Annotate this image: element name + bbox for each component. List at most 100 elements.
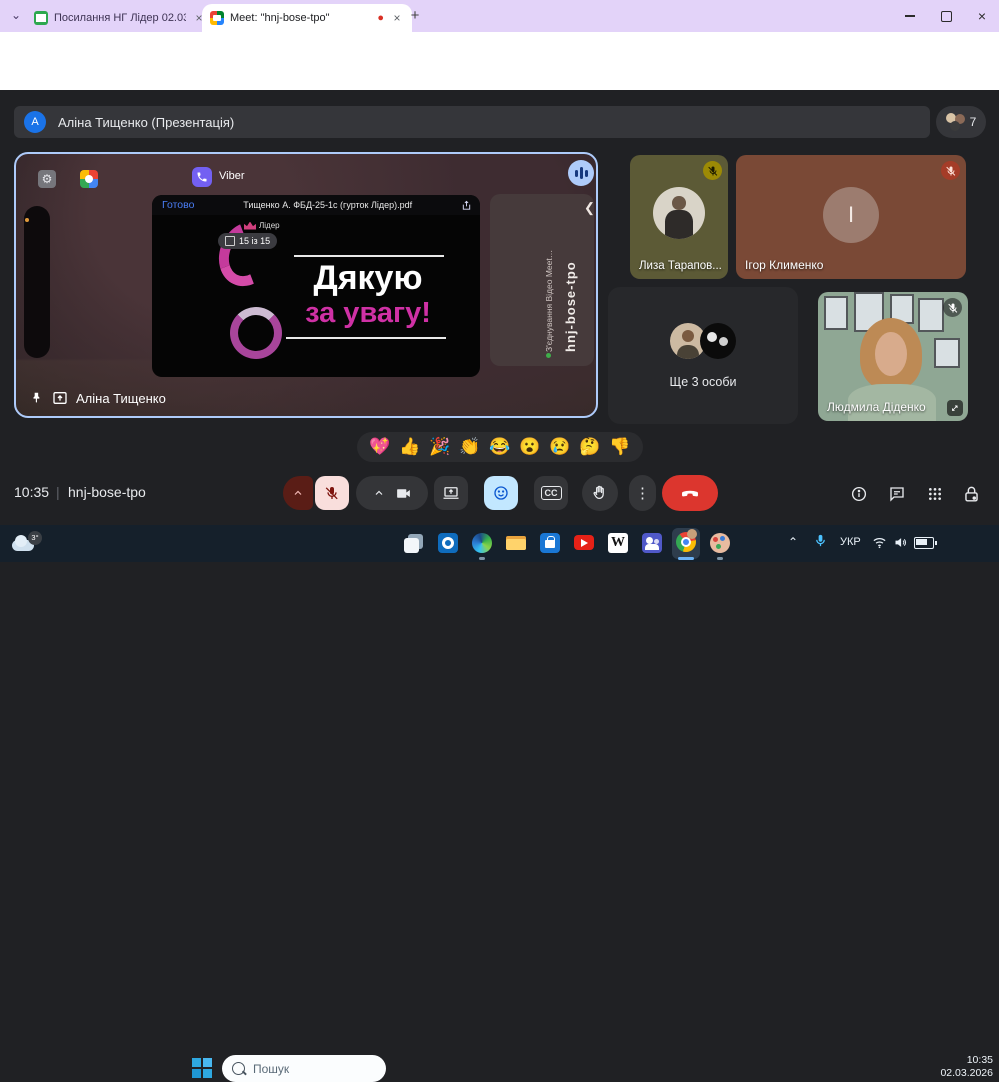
running-indicator — [479, 557, 485, 560]
outlook-icon[interactable] — [438, 533, 458, 553]
window-minimize-button[interactable] — [893, 0, 927, 32]
collapse-panel-icon[interactable]: ❮ — [584, 200, 595, 216]
clock-time: 10:35 — [940, 1054, 993, 1067]
youtube-icon[interactable] — [574, 535, 594, 550]
more-options-button[interactable]: ⋮ — [629, 475, 656, 511]
start-button[interactable] — [192, 1058, 212, 1078]
online-dot-icon — [546, 353, 551, 358]
chat-icon[interactable] — [887, 484, 907, 504]
participant-tile[interactable]: І Ігор Клименко — [736, 155, 966, 279]
reaction-thumbs-up[interactable]: 👍 — [399, 432, 420, 462]
reaction-joy[interactable]: 😂 — [489, 432, 510, 462]
slide-subtitle: за увагу! — [262, 297, 474, 330]
reaction-surprised[interactable]: 😮 — [519, 432, 540, 462]
presenting-icon — [52, 390, 68, 406]
participants-count-pill[interactable]: 7 — [936, 106, 986, 138]
camera-toggle-icon[interactable] — [395, 485, 412, 502]
tab-close-icon[interactable]: × — [390, 11, 404, 25]
audio-level-icon — [568, 160, 594, 186]
weather-temp: 3° — [28, 531, 42, 545]
windows-taskbar: 3° Пошук W — [0, 525, 999, 562]
settings-app-icon: ⚙ — [38, 170, 56, 188]
mic-options-chevron[interactable] — [283, 476, 313, 510]
presenter-avatar: A — [24, 111, 46, 133]
pin-icon — [30, 391, 44, 405]
participant-mini-avatar — [700, 323, 736, 359]
tab-title: Посилання НГ Лідер 02.03.202 — [54, 12, 186, 24]
language-indicator[interactable]: УКР — [840, 536, 861, 548]
present-button[interactable] — [434, 476, 468, 510]
reactions-button[interactable] — [484, 476, 518, 510]
reaction-clap[interactable]: 👏 — [459, 432, 480, 462]
participant-tile[interactable]: Лиза Тарапов... — [630, 155, 728, 279]
reaction-thinking[interactable]: 🤔 — [579, 432, 600, 462]
raise-hand-button[interactable] — [582, 475, 618, 511]
reaction-heart[interactable]: 💖 — [369, 432, 390, 462]
camera-options-chevron[interactable] — [373, 487, 385, 499]
pdf-done-button[interactable]: Готово — [162, 199, 194, 211]
mic-muted-icon — [943, 298, 962, 317]
slide-divider-top — [294, 255, 444, 257]
meeting-details-icon[interactable] — [849, 484, 869, 504]
wifi-icon[interactable] — [872, 535, 887, 550]
meeting-time: 10:35 — [14, 484, 49, 500]
participant-video-tile[interactable]: Людмила Діденко — [818, 292, 968, 421]
tray-expand-icon[interactable]: ⌃ — [788, 535, 798, 549]
teams-icon[interactable] — [642, 533, 662, 553]
meet-favicon — [210, 11, 224, 25]
reaction-tada[interactable]: 🎉 — [429, 432, 450, 462]
phone-button-dot — [25, 218, 29, 222]
meet-card-status: З'єднування Відео Meet… — [544, 212, 554, 352]
tab-search-button[interactable]: ⌄ — [6, 7, 26, 26]
file-explorer-icon[interactable] — [506, 533, 526, 553]
new-tab-button[interactable]: + — [406, 7, 424, 25]
meet-app: A Аліна Тищенко (Презентація) 7 ⚙ Viber … — [0, 90, 999, 525]
google-app-icon — [80, 170, 98, 188]
tray-clock[interactable]: 10:35 02.03.2026 — [940, 1054, 993, 1080]
taskbar-search[interactable]: Пошук — [222, 1055, 386, 1082]
reaction-cry[interactable]: 😢 — [549, 432, 570, 462]
battery-icon[interactable] — [914, 537, 934, 549]
pdf-header: Готово Тищенко А. ФБД-25-1с (гурток Ліде… — [152, 195, 480, 215]
window-maximize-button[interactable] — [929, 0, 963, 32]
wikipedia-icon[interactable]: W — [608, 533, 628, 553]
camera-group[interactable] — [356, 476, 428, 510]
phone-silhouette — [24, 206, 50, 358]
participant-name: Ігор Клименко — [745, 258, 823, 272]
tray-mic-icon[interactable] — [813, 533, 828, 548]
pdf-filename: Тищенко А. ФБД-25-1с (гурток Лідер).pdf — [243, 200, 412, 210]
slide-art-ring — [230, 307, 282, 359]
tab-mail[interactable]: Посилання НГ Лідер 02.03.202 × — [26, 4, 214, 32]
chrome-taskbar-button[interactable] — [672, 528, 700, 559]
presenter-banner-title: Аліна Тищенко (Презентація) — [58, 115, 234, 130]
paint-icon[interactable] — [710, 533, 730, 553]
weather-widget[interactable]: 3° — [12, 531, 46, 557]
mail-favicon — [34, 11, 48, 25]
share-icon[interactable] — [461, 200, 472, 211]
end-call-button[interactable] — [662, 475, 718, 511]
mic-muted-icon — [703, 161, 722, 180]
tab-meet[interactable]: Meet: "hnj-bose-tpo" ● × — [202, 4, 412, 32]
browser-toolbar: meet.google.com/hnj-bose-tpo ☆ ⋮ — [0, 32, 999, 64]
window-close-button[interactable]: × — [965, 0, 999, 32]
captions-button[interactable]: CC — [534, 476, 568, 510]
activities-grid-icon[interactable] — [925, 484, 945, 504]
edge-icon[interactable] — [472, 533, 492, 553]
participants-avatars-icon — [946, 113, 966, 131]
bookmarks-bar: Вхідні • olga_018@... — [0, 64, 999, 91]
ms-store-icon[interactable] — [540, 533, 560, 553]
mic-toggle-button[interactable] — [315, 476, 349, 510]
reactions-bar: 💖 👍 🎉 👏 😂 😮 😢 🤔 👎 — [357, 432, 643, 462]
slide-divider-bottom — [286, 337, 446, 339]
presentation-tile[interactable]: ⚙ Viber Готово Тищенко А. ФБД-25-1с (гур… — [14, 152, 598, 418]
task-view-icon[interactable] — [404, 533, 424, 553]
viber-app-icon — [192, 167, 212, 187]
running-indicator — [717, 557, 723, 560]
reaction-thumbs-down[interactable]: 👎 — [609, 432, 630, 462]
host-controls-lock-icon[interactable] — [961, 483, 981, 505]
expand-tile-icon[interactable] — [947, 400, 963, 416]
clock-date: 02.03.2026 — [940, 1067, 993, 1080]
more-participants-tile[interactable]: Ще 3 особи — [608, 287, 798, 424]
speaker-icon[interactable] — [893, 535, 908, 550]
presenter-banner: A Аліна Тищенко (Презентація) — [14, 106, 930, 138]
